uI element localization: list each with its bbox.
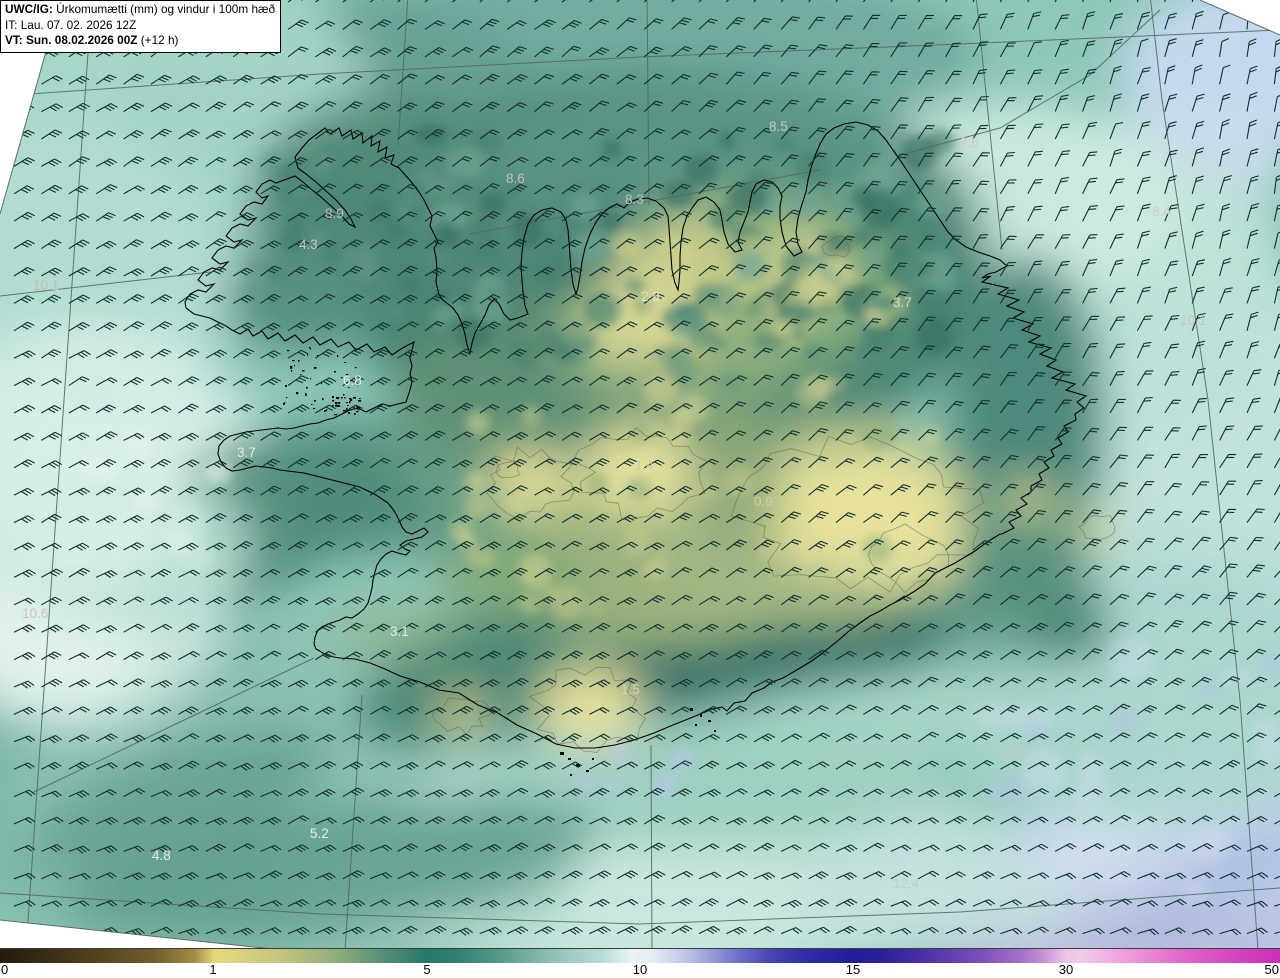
svg-text:10.0: 10.0 bbox=[998, 746, 1024, 761]
svg-text:2.8: 2.8 bbox=[641, 289, 660, 304]
svg-text:3.7: 3.7 bbox=[237, 445, 256, 460]
svg-text:1.5: 1.5 bbox=[621, 682, 640, 697]
svg-text:8.3: 8.3 bbox=[625, 192, 644, 207]
svg-text:10.6: 10.6 bbox=[22, 606, 48, 621]
svg-text:10.1: 10.1 bbox=[33, 278, 59, 293]
svg-text:3.7: 3.7 bbox=[893, 295, 912, 310]
svg-text:5.2: 5.2 bbox=[310, 826, 329, 841]
svg-text:8.5: 8.5 bbox=[769, 119, 788, 134]
svg-text:8.4: 8.4 bbox=[1152, 204, 1171, 219]
svg-text:9.6: 9.6 bbox=[960, 135, 979, 150]
svg-text:8.6: 8.6 bbox=[506, 171, 525, 186]
svg-text:3.1: 3.1 bbox=[390, 624, 409, 639]
svg-text:8.9: 8.9 bbox=[325, 206, 344, 221]
svg-text:4.3: 4.3 bbox=[299, 237, 318, 252]
svg-text:1.4: 1.4 bbox=[635, 458, 654, 473]
svg-text:12.4: 12.4 bbox=[893, 876, 920, 891]
svg-text:0.9: 0.9 bbox=[754, 494, 773, 509]
svg-text:4.8: 4.8 bbox=[152, 848, 171, 863]
svg-text:10.1: 10.1 bbox=[1180, 313, 1206, 328]
svg-text:6.8: 6.8 bbox=[343, 373, 362, 388]
